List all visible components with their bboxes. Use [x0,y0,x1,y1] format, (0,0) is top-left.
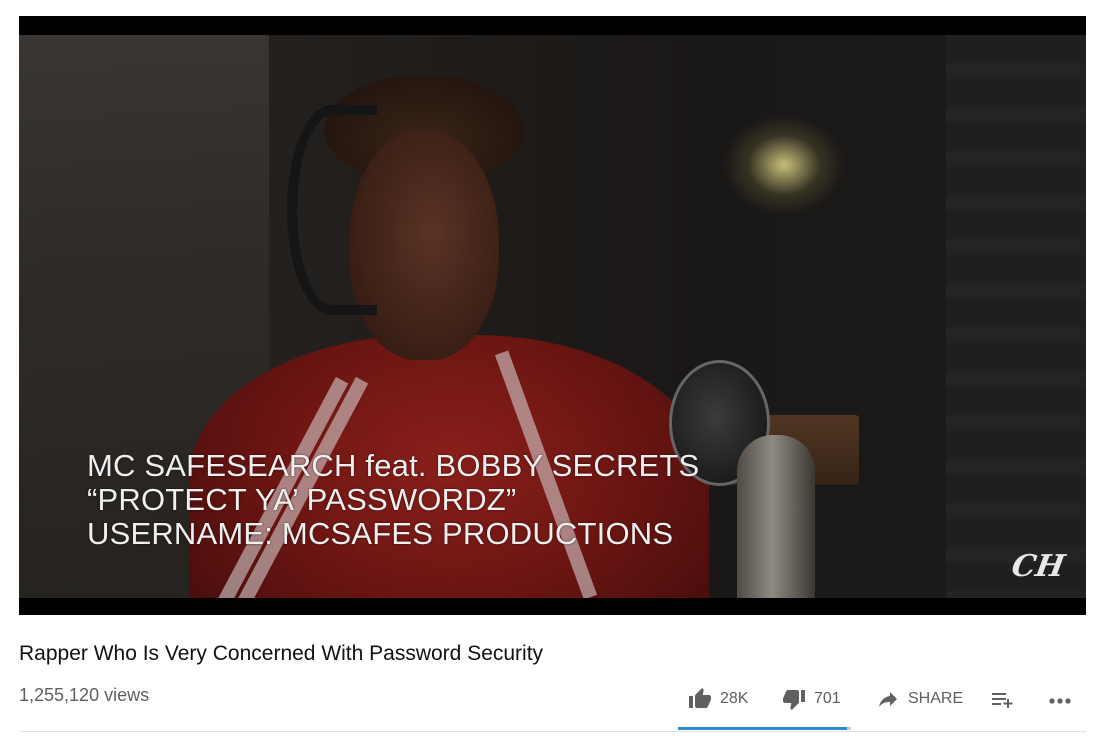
section-divider [19,731,1086,732]
thumbs-up-icon [688,687,712,711]
more-actions-button[interactable] [1047,682,1075,716]
more-horizontal-icon [1047,687,1075,711]
video-actions: 28K 701 SHARE [0,682,1101,716]
thumbs-down-icon [782,687,806,711]
save-to-playlist-button[interactable] [990,682,1016,716]
video-frame[interactable]: MC SAFESEARCH feat. BOBBY SECRETS “PROTE… [19,35,1086,598]
video-title: Rapper Who Is Very Concerned With Passwo… [19,642,544,665]
add-to-playlist-icon [990,687,1016,711]
like-count: 28K [720,690,749,707]
share-arrow-icon [876,687,900,711]
like-dislike-ratio-bar [678,727,851,730]
like-ratio-fill [678,727,847,730]
video-player[interactable]: MC SAFESEARCH feat. BOBBY SECRETS “PROTE… [19,16,1086,615]
headphones [287,105,377,315]
share-button[interactable]: SHARE [876,682,963,716]
caption-line-3: USERNAME: MCSAFES PRODUCTIONS [87,516,674,551]
dislike-button[interactable]: 701 [782,682,841,716]
video-caption: MC SAFESEARCH feat. BOBBY SECRETS “PROTE… [87,449,699,551]
background-shelf [946,35,1086,598]
dislike-count: 701 [814,690,841,707]
caption-line-1: MC SAFESEARCH feat. BOBBY SECRETS [87,448,700,483]
channel-watermark: CH [1008,549,1068,584]
caption-line-2: “PROTECT YA’ PASSWORDZ” [87,482,517,517]
studio-microphone [737,435,815,598]
like-button[interactable]: 28K [688,682,748,716]
share-label: SHARE [908,690,964,707]
